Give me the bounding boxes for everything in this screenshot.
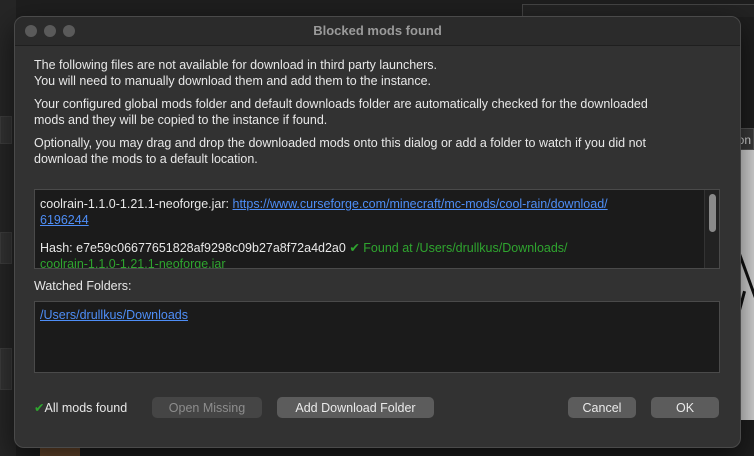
scrollbar-thumb[interactable] (709, 194, 716, 232)
open-missing-button[interactable]: Open Missing (152, 397, 262, 418)
intro-paragraph-3: Optionally, you may drag and drop the do… (34, 135, 719, 167)
cancel-button[interactable]: Cancel (568, 397, 636, 418)
background-block (0, 116, 12, 144)
mod-url-continuation: 6196244 (40, 212, 700, 228)
intro-text: The following files are not available fo… (34, 57, 719, 174)
dialog-title: Blocked mods found (313, 23, 442, 38)
watched-folders-label: Watched Folders: (34, 279, 132, 293)
mod-file-name: coolrain-1.1.0-1.21.1-neoforge.jar: (40, 197, 230, 211)
mod-download-link[interactable]: https://www.curseforge.com/minecraft/mc-… (233, 197, 608, 211)
check-icon: ✔ (34, 401, 45, 415)
ok-button[interactable]: OK (651, 397, 719, 418)
background-block (0, 232, 12, 264)
intro-line: download the mods to a default location. (34, 152, 258, 166)
mod-found-file: coolrain-1.1.0-1.21.1-neoforge.jar (40, 257, 226, 269)
intro-line: Optionally, you may drag and drop the do… (34, 136, 646, 150)
status-message: ✔All mods found (34, 400, 127, 415)
add-download-folder-button[interactable]: Add Download Folder (277, 397, 434, 418)
status-text: All mods found (44, 401, 128, 415)
mod-file-line: coolrain-1.1.0-1.21.1-neoforge.jar: http… (40, 196, 700, 212)
blocked-mods-dialog: Blocked mods found The following files a… (14, 16, 741, 448)
mod-download-link-id[interactable]: 6196244 (40, 213, 89, 227)
watched-folders-list[interactable]: /Users/drullkus/Downloads (34, 301, 720, 373)
mod-hash: Hash: e7e59c06677651828af9298c09b27a8f72… (40, 241, 346, 255)
mod-found-status: ✔ Found at /Users/drullkus/Downloads/ (349, 241, 568, 255)
background-block (0, 348, 12, 390)
title-bar: Blocked mods found (15, 17, 740, 46)
blocked-mods-list[interactable]: coolrain-1.1.0-1.21.1-neoforge.jar: http… (34, 189, 720, 269)
intro-paragraph-2: Your configured global mods folder and d… (34, 96, 719, 128)
intro-line: The following files are not available fo… (34, 58, 438, 72)
intro-line: mods and they will be copied to the inst… (34, 113, 328, 127)
intro-line: Your configured global mods folder and d… (34, 97, 648, 111)
mod-hash-line: Hash: e7e59c06677651828af9298c09b27a8f72… (40, 240, 700, 256)
intro-paragraph-1: The following files are not available fo… (34, 57, 719, 89)
intro-line: You will need to manually download them … (34, 74, 432, 88)
mod-list-scrollbar[interactable] (704, 190, 719, 268)
watched-folder-item[interactable]: /Users/drullkus/Downloads (40, 308, 188, 322)
mod-entry: coolrain-1.1.0-1.21.1-neoforge.jar: http… (40, 196, 700, 269)
